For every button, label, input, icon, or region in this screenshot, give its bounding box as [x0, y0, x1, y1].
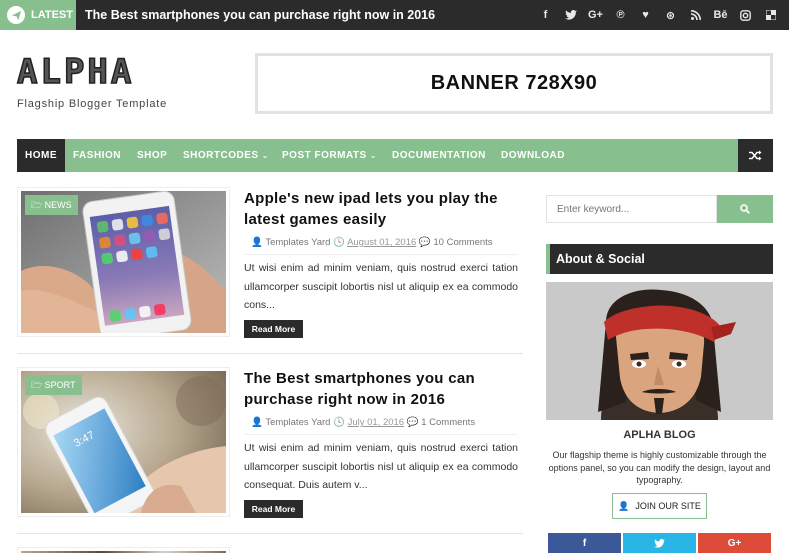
banner-text: BANNER 728X90	[430, 72, 598, 94]
twitter-share-button[interactable]	[623, 533, 696, 553]
behance-icon[interactable]: Bē	[708, 0, 733, 30]
post-date[interactable]: July 01, 2016	[348, 417, 405, 428]
nav-item-documentation[interactable]: DOCUMENTATION	[392, 139, 486, 172]
heart-icon[interactable]: ♥	[633, 0, 658, 30]
clock-icon: 🕓	[333, 417, 345, 428]
random-post-button[interactable]	[738, 139, 773, 172]
post-comments[interactable]: 10 Comments	[433, 237, 492, 248]
facebook-share-button[interactable]: f	[548, 533, 621, 553]
nav-item-post-formats[interactable]: POST FORMATS ⌄	[282, 139, 377, 172]
read-more-button[interactable]: Read More	[244, 320, 303, 338]
user-icon: 👤	[251, 237, 263, 248]
post-thumbnail[interactable]: 🗁 NEWS	[17, 187, 230, 337]
twitter-icon[interactable]	[558, 0, 583, 30]
latest-badge: LATEST	[0, 0, 76, 30]
post-image-ipad: 🗁 NEWS	[21, 191, 226, 333]
nav-item-home[interactable]: HOME	[17, 139, 65, 172]
nav-item-shortcodes-label: SHORTCODES	[183, 150, 259, 161]
post-meta: 👤 Templates Yard 🕓 August 01, 2016 💬 10 …	[244, 235, 517, 255]
post-title[interactable]: The Best smartphones you can purchase ri…	[244, 368, 514, 410]
category-tag[interactable]: 🗁 SPORT	[25, 375, 82, 395]
pinterest-icon[interactable]: ℗	[608, 0, 633, 30]
category-tag-label: SPORT	[44, 380, 76, 390]
folder-icon: 🗁	[31, 200, 45, 210]
comments-icon: 💬	[406, 417, 419, 428]
header-banner[interactable]: BANNER 728X90	[255, 53, 773, 114]
nav-item-shop[interactable]: SHOP	[137, 139, 167, 172]
nav-item-post-formats-label: POST FORMATS	[282, 150, 367, 161]
category-tag-label: NEWS	[44, 200, 72, 210]
google-plus-icon: G+	[727, 537, 742, 549]
post-divider	[17, 533, 523, 534]
rss-icon[interactable]	[683, 0, 708, 30]
top-social-links: f G+ ℗ ♥ ⊛ Bē	[533, 0, 783, 30]
blog-name: APLHA BLOG	[623, 429, 696, 441]
post-date[interactable]: August 01, 2016	[347, 237, 416, 248]
category-tag[interactable]: 🗁 NEWS	[25, 195, 78, 215]
ticker-headline[interactable]: The Best smartphones you can purchase ri…	[85, 0, 435, 30]
search-button[interactable]	[717, 195, 773, 223]
delicious-icon[interactable]	[758, 0, 783, 30]
post-excerpt: Ut wisi enim ad minim veniam, quis nostr…	[244, 262, 518, 311]
google-plus-icon[interactable]: G+	[583, 0, 608, 30]
post-meta: 👤 Templates Yard 🕓 July 01, 2016 💬 1 Com…	[244, 415, 517, 435]
about-avatar	[546, 282, 773, 420]
nav-item-fashion[interactable]: FASHION	[73, 139, 121, 172]
social-buttons: f G+	[546, 533, 773, 553]
chevron-down-icon: ⌄	[369, 151, 377, 160]
search-input[interactable]	[546, 195, 717, 223]
post-divider	[17, 353, 523, 354]
nav-item-shortcodes[interactable]: SHORTCODES ⌄	[183, 139, 269, 172]
join-site-button[interactable]: 👤 JOIN OUR SITE	[612, 493, 707, 519]
read-more-button[interactable]: Read More	[244, 500, 303, 518]
main-nav: HOME FASHION SHOP SHORTCODES ⌄ POST FORMA…	[17, 139, 773, 172]
post-thumbnail[interactable]	[17, 547, 230, 553]
widget-title: About & Social	[546, 244, 773, 274]
site-tagline: Flagship Blogger Template	[17, 98, 168, 110]
post-thumbnail[interactable]: 3:47 🗁 SPORT	[17, 367, 230, 517]
instagram-icon[interactable]	[733, 0, 758, 30]
post-image-smartphone: 3:47 🗁 SPORT	[21, 371, 226, 513]
twitter-icon	[654, 538, 665, 548]
folder-icon: 🗁	[31, 380, 45, 390]
blog-description: Our flagship theme is highly customizabl…	[548, 450, 771, 485]
google-plus-share-button[interactable]: G+	[698, 533, 771, 553]
paper-plane-icon	[7, 6, 25, 24]
chevron-down-icon: ⌄	[261, 151, 269, 160]
dribbble-icon[interactable]: ⊛	[658, 0, 683, 30]
post-comments[interactable]: 1 Comments	[421, 417, 475, 428]
top-bar: LATEST The Best smartphones you can purc…	[0, 0, 789, 30]
join-site-label: JOIN OUR SITE	[635, 501, 701, 511]
search-icon	[740, 204, 750, 214]
shuffle-icon	[749, 150, 762, 161]
facebook-icon: f	[582, 537, 587, 549]
clock-icon: 🕓	[333, 237, 345, 248]
search-form	[546, 195, 773, 223]
user-icon: 👤	[618, 500, 630, 511]
facebook-icon[interactable]: f	[533, 0, 558, 30]
latest-label: LATEST	[31, 9, 73, 21]
user-icon: 👤	[251, 417, 263, 428]
post-excerpt: Ut wisi enim ad minim veniam, quis nostr…	[244, 442, 518, 491]
nav-item-download[interactable]: DOWNLOAD	[501, 139, 565, 172]
site-logo[interactable]: ALPHA	[16, 53, 134, 91]
post-author[interactable]: Templates Yard	[265, 417, 330, 428]
post-author[interactable]: Templates Yard	[265, 237, 330, 248]
comments-icon: 💬	[418, 237, 431, 248]
post-title[interactable]: Apple's new ipad lets you play the lates…	[244, 188, 514, 230]
